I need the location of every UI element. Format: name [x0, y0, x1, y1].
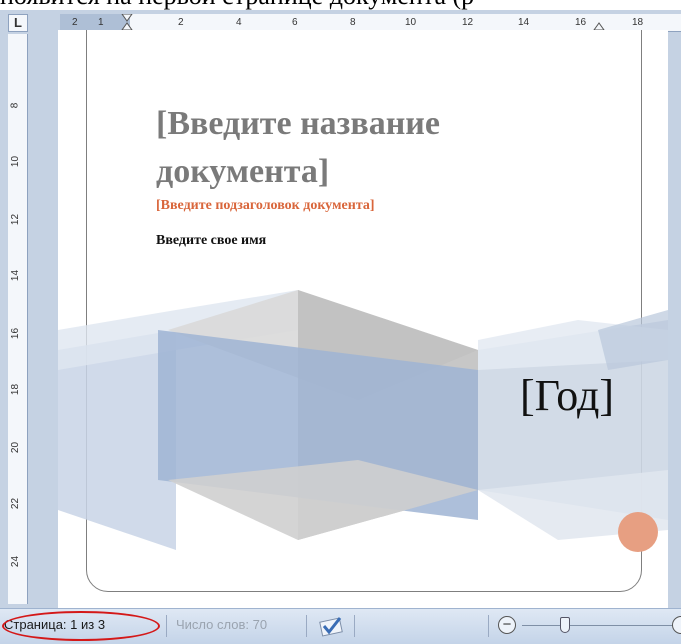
cover-page[interactable]: [Введите название документа] [Введите по…	[58, 30, 668, 610]
word-window: L 2 1 2 4 6 8 10 12 14 16 18 8 10 12 14 …	[0, 10, 681, 644]
ruler-label: 10	[405, 17, 417, 28]
vertical-ruler[interactable]: 8 10 12 14 16 18 20 22 24	[8, 34, 28, 604]
zoom-slider-track[interactable]	[522, 625, 681, 626]
ruler-label: 6	[292, 17, 298, 28]
ruler-label: 14	[518, 17, 530, 28]
status-divider	[166, 615, 167, 637]
ruler-label: 12	[462, 17, 474, 28]
zoom-slider-thumb[interactable]	[560, 617, 570, 633]
zoom-plus-icon[interactable]	[672, 616, 681, 634]
ruler-label: 8	[9, 102, 21, 109]
zoom-minus-icon[interactable]: −	[498, 616, 516, 634]
ruler-label: 20	[10, 441, 22, 454]
proofing-check-icon[interactable]	[318, 614, 346, 638]
ruler-label: 16	[10, 327, 22, 340]
document-subtitle-placeholder[interactable]: [Введите подзаголовок документа]	[156, 198, 375, 214]
status-bar: Страница: 1 из 3 Число слов: 70 −	[0, 608, 681, 644]
ruler-label: 24	[10, 555, 22, 568]
ruler-label: 2	[72, 17, 78, 28]
caption-text: появится на первой странице документа (р	[0, 0, 681, 10]
ruler-tab-selector[interactable]: L	[8, 14, 28, 32]
ruler-label: 18	[632, 17, 644, 28]
ruler-label: 1	[98, 17, 104, 28]
accent-circle	[618, 512, 658, 552]
document-title-placeholder[interactable]: [Введите название документа]	[156, 100, 556, 196]
ruler-label: 2	[178, 17, 184, 28]
status-divider	[354, 615, 355, 637]
ruler-label: 4	[236, 17, 242, 28]
ruler-label: 22	[10, 497, 22, 510]
highlight-ring	[2, 611, 160, 641]
status-divider	[488, 615, 489, 637]
status-divider	[306, 615, 307, 637]
ruler-label: 18	[10, 383, 22, 396]
author-placeholder[interactable]: Введите свое имя	[156, 233, 266, 249]
year-placeholder[interactable]: [Год]	[520, 370, 614, 421]
document-canvas: [Введите название документа] [Введите по…	[38, 30, 681, 610]
ruler-label: 14	[10, 269, 22, 282]
ruler-label: 16	[575, 17, 587, 28]
word-count-indicator[interactable]: Число слов: 70	[176, 617, 267, 632]
ruler-label: 12	[10, 213, 22, 226]
ruler-label: 10	[10, 155, 22, 168]
ruler-label: 8	[350, 17, 356, 28]
